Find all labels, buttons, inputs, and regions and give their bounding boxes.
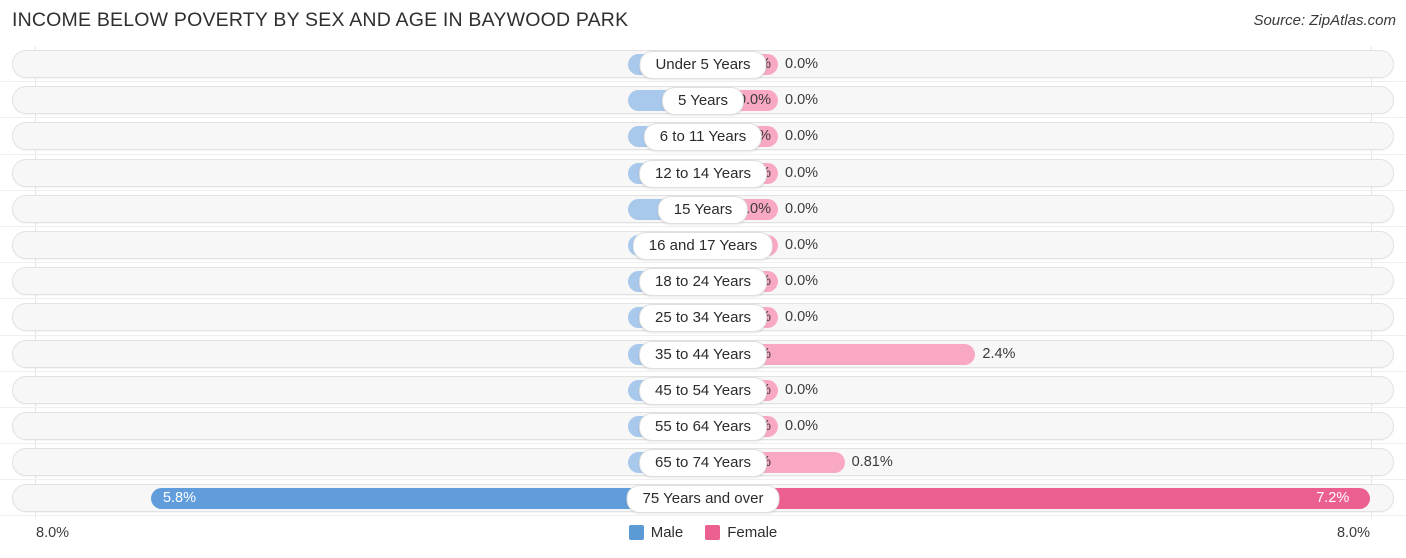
legend-swatch-icon: [628, 525, 644, 540]
category-label: 16 and 17 Years: [632, 231, 774, 260]
bar-female: [703, 488, 1371, 510]
category-label: 75 Years and over: [626, 485, 780, 514]
chart-row: 0.0%0.0%Under 5 Years: [0, 46, 1406, 83]
legend-item-male[interactable]: Male: [628, 524, 684, 541]
chart-header: INCOME BELOW POVERTY BY SEX AND AGE IN B…: [0, 0, 1406, 44]
value-label-female: 2.4%: [982, 345, 1016, 362]
chart-row: 0.0%0.0%18 to 24 Years: [0, 263, 1406, 300]
value-label-female: 0.0%: [785, 92, 819, 109]
value-label-female: 7.2%: [1316, 490, 1350, 507]
chart-row: 0.0%0.0%45 to 54 Years: [0, 372, 1406, 408]
category-label: 18 to 24 Years: [639, 268, 767, 297]
chart-row: 0.0%0.0%55 to 64 Years: [0, 408, 1406, 445]
value-label-female: 0.0%: [785, 381, 819, 398]
category-label: 55 to 64 Years: [639, 412, 767, 441]
value-label-female: 0.0%: [785, 309, 819, 326]
category-label: 35 to 44 Years: [639, 340, 767, 369]
chart-plot-area: 0.0% 0.0% Under 5 Years 0.0% 0.0% 5 Years 0.0%…: [0, 46, 1406, 518]
chart-footer: 8.0% 8.0% Male Female: [0, 518, 1406, 558]
legend-label: Female: [727, 524, 778, 541]
value-label-female: 0.0%: [785, 128, 819, 145]
value-label-female: 0.0%: [785, 200, 819, 217]
chart-row: 0.0% 0.0% 5 Years: [0, 82, 1406, 119]
bar-male: [150, 488, 703, 510]
chart-legend: Male Female: [0, 524, 1406, 541]
value-label-female: 0.0%: [785, 164, 819, 181]
chart-row: 0.0%2.4%35 to 44 Years: [0, 336, 1406, 372]
category-label: 25 to 34 Years: [639, 304, 767, 333]
value-label-male: 5.8%: [162, 490, 196, 507]
category-label: 12 to 14 Years: [639, 159, 767, 188]
chart-row: 0.0%0.0%16 and 17 Years: [0, 227, 1406, 264]
value-label-female: 0.81%: [851, 454, 893, 471]
chart-row: 0.0%0.81%65 to 74 Years: [0, 444, 1406, 481]
chart-row: 0.0%0.0%6 to 11 Years: [0, 118, 1406, 155]
row-separator: [0, 515, 1406, 517]
value-label-female: 0.0%: [785, 236, 819, 253]
chart-row: 0.0% 0.0% 15 Years: [0, 191, 1406, 227]
source-attribution: Source: ZipAtlas.com: [1253, 12, 1396, 29]
chart-row: 0.0%0.0%12 to 14 Years: [0, 155, 1406, 191]
category-label: 65 to 74 Years: [639, 449, 767, 478]
legend-item-female[interactable]: Female: [705, 524, 777, 541]
value-label-female: 0.0%: [785, 417, 819, 434]
category-label: 45 to 54 Years: [639, 376, 767, 405]
chart-rows: 0.0% 0.0% Under 5 Years 0.0% 0.0% 5 Years 0.0%…: [0, 46, 1406, 517]
legend-label: Male: [650, 524, 684, 541]
category-label: 6 to 11 Years: [643, 123, 763, 152]
value-label-female: 0.0%: [785, 273, 819, 290]
page-title: INCOME BELOW POVERTY BY SEX AND AGE IN B…: [12, 9, 629, 31]
category-label: 5 Years: [661, 87, 745, 116]
legend-swatch-icon: [705, 525, 721, 540]
category-label: Under 5 Years: [639, 51, 767, 79]
value-label-female: 0.0%: [785, 56, 819, 72]
chart-row: 5.8% 7.2% 75 Years and over: [0, 480, 1406, 517]
chart-row: 0.0%0.0%25 to 34 Years: [0, 299, 1406, 336]
category-label: 15 Years: [657, 195, 749, 224]
